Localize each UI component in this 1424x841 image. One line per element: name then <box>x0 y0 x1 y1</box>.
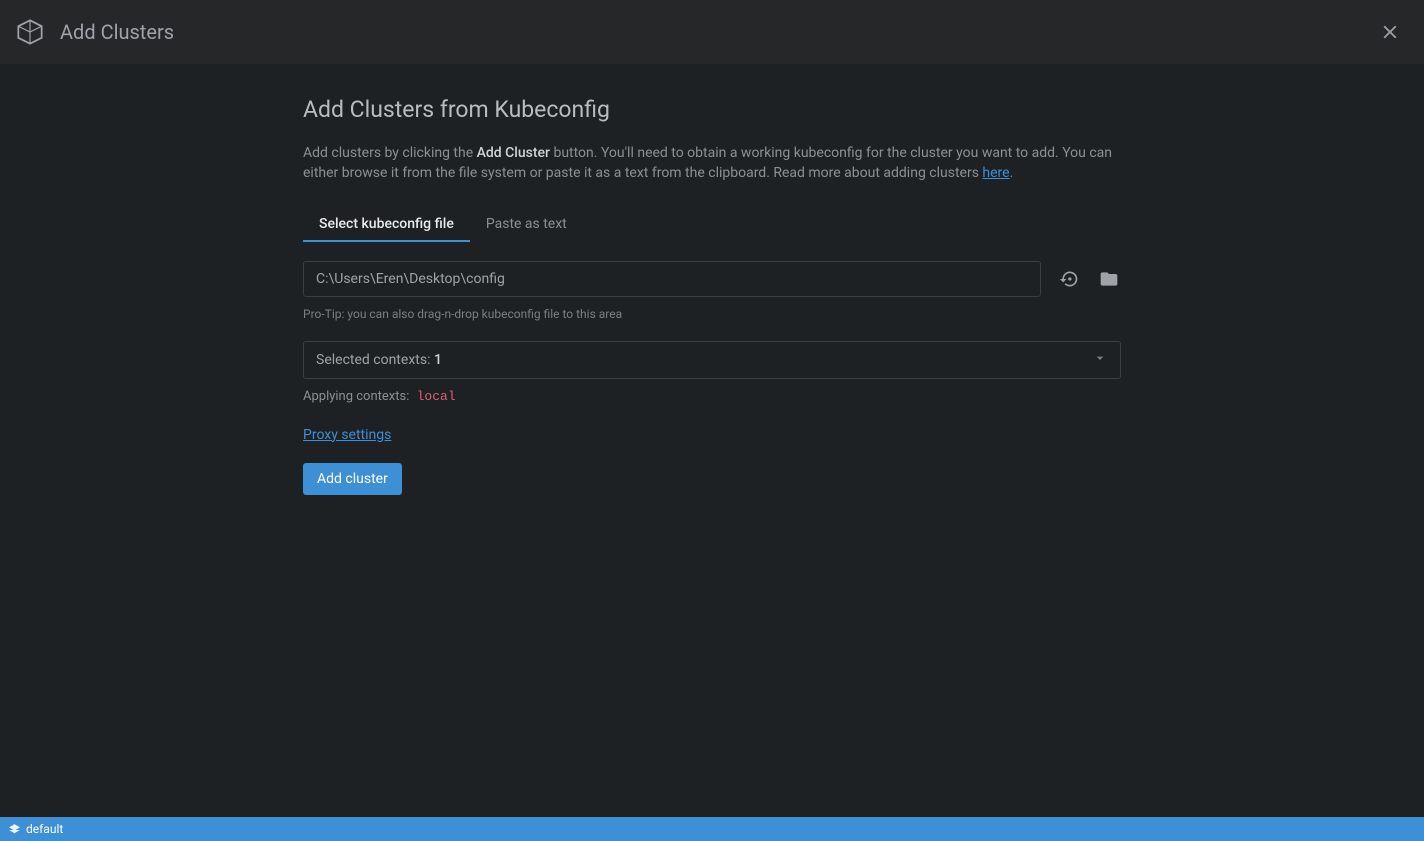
folder-icon <box>1099 269 1119 289</box>
reset-button[interactable] <box>1057 267 1081 291</box>
close-icon <box>1379 21 1401 43</box>
restore-icon <box>1059 269 1079 289</box>
main-content: Add Clusters from Kubeconfig Add cluster… <box>0 64 1424 495</box>
tab-select-kubeconfig[interactable]: Select kubeconfig file <box>303 208 470 242</box>
layers-icon <box>8 823 21 836</box>
contexts-label: Selected contexts: 1 <box>316 352 442 368</box>
tab-paste-as-text[interactable]: Paste as text <box>470 208 583 242</box>
header-title: Add Clusters <box>60 20 174 44</box>
lens-logo-icon <box>16 18 44 46</box>
desc-bold: Add Cluster <box>477 145 550 161</box>
browse-button[interactable] <box>1097 267 1121 291</box>
applying-label: Applying contexts: <box>303 389 409 404</box>
contexts-count: 1 <box>434 352 442 368</box>
proxy-settings-link[interactable]: Proxy settings <box>303 427 391 443</box>
kubeconfig-path-input[interactable] <box>303 261 1041 297</box>
status-bar: default <box>0 817 1424 841</box>
here-link[interactable]: here <box>982 165 1009 181</box>
tabs-row: Select kubeconfig file Paste as text <box>303 208 1121 243</box>
close-button[interactable] <box>1376 18 1404 46</box>
status-text: default <box>26 822 63 836</box>
page-title: Add Clusters from Kubeconfig <box>303 96 1121 123</box>
chevron-down-icon <box>1092 350 1108 370</box>
selected-contexts-dropdown[interactable]: Selected contexts: 1 <box>303 341 1121 379</box>
add-cluster-button[interactable]: Add cluster <box>303 463 402 495</box>
desc-post: . <box>1010 165 1014 181</box>
kubeconfig-path-row <box>303 261 1121 297</box>
drag-drop-hint: Pro-Tip: you can also drag-n-drop kubeco… <box>303 307 1121 321</box>
contexts-label-text: Selected contexts: <box>316 352 434 368</box>
applying-contexts-row: Applying contexts: local <box>303 389 1121 404</box>
description-text: Add clusters by clicking the Add Cluster… <box>303 143 1121 184</box>
desc-pre: Add clusters by clicking the <box>303 145 477 161</box>
applying-context-chip: local <box>417 389 456 404</box>
header-bar: Add Clusters <box>0 0 1424 64</box>
